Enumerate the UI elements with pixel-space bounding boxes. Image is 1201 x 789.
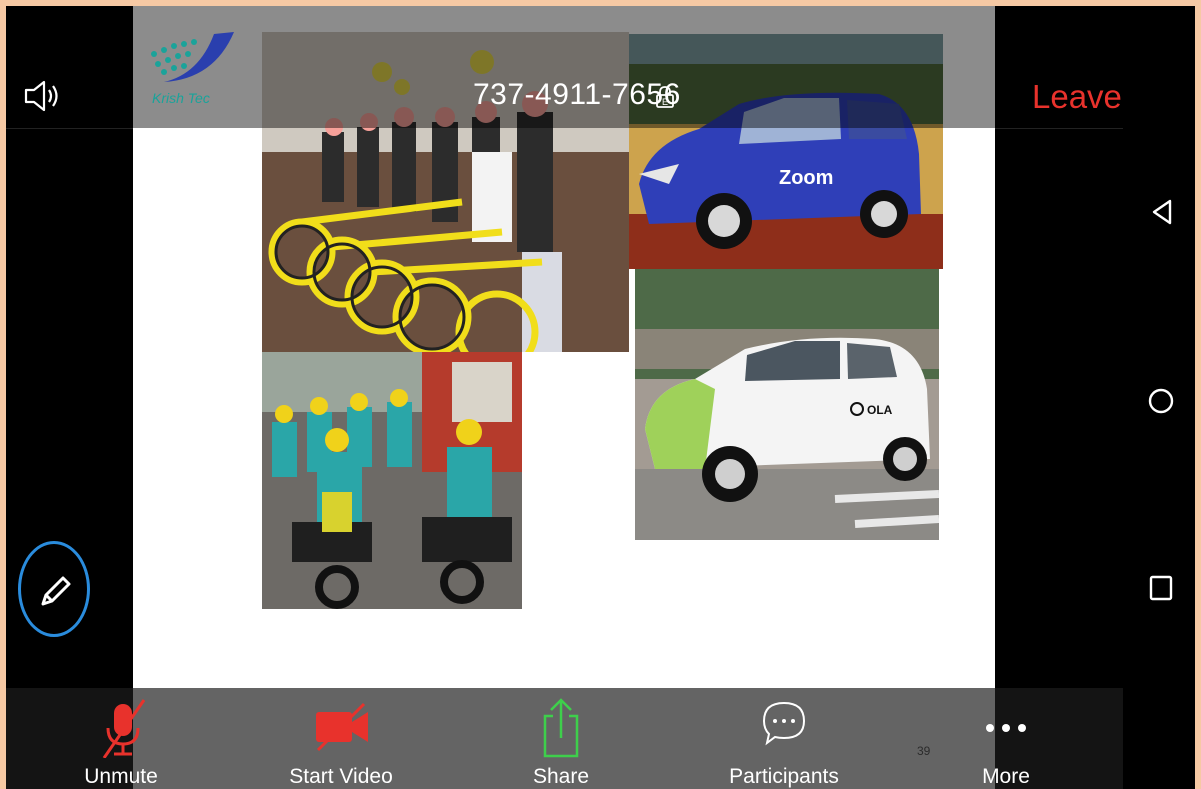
chat-icon [762, 701, 806, 746]
start-video-label: Start Video [289, 765, 393, 788]
more-button[interactable]: More [966, 688, 1046, 789]
unmute-button[interactable]: Unmute [66, 688, 176, 789]
more-icon [986, 724, 1026, 732]
pencil-icon [41, 576, 71, 606]
mic-muted-icon [102, 699, 146, 758]
home-nav-icon[interactable] [1147, 387, 1175, 415]
zoomcar-logo-text: Zoom [779, 167, 833, 189]
ola-logo-text: OLA [867, 403, 893, 417]
unmute-label: Unmute [84, 765, 158, 788]
divider [995, 128, 1123, 129]
speaker-icon[interactable] [22, 78, 62, 114]
divider [6, 128, 133, 129]
participants-button[interactable]: Participants [719, 688, 849, 789]
bike-taxi-photo [262, 352, 522, 609]
video-off-icon [316, 702, 368, 752]
logo-text: Krish Tec [152, 90, 210, 106]
annotate-button[interactable] [18, 541, 90, 637]
ola-cab-photo: OLA [635, 269, 939, 540]
meeting-screen: Zoom OLA Krish Tec 737-4911-7656 E Leave… [6, 6, 1195, 789]
participants-label: Participants [729, 765, 839, 788]
more-label: More [982, 765, 1030, 788]
leave-button[interactable]: Leave [1032, 78, 1122, 116]
lock-icon: E [656, 86, 674, 108]
share-icon [543, 698, 579, 758]
meeting-id[interactable]: 737-4911-7656 [473, 78, 681, 112]
share-button[interactable]: Share [511, 688, 611, 789]
back-nav-icon[interactable] [1148, 198, 1176, 226]
start-video-button[interactable]: Start Video [276, 688, 406, 789]
recents-nav-icon[interactable] [1147, 574, 1175, 602]
share-label: Share [532, 765, 590, 788]
svg-text:E: E [662, 97, 668, 107]
